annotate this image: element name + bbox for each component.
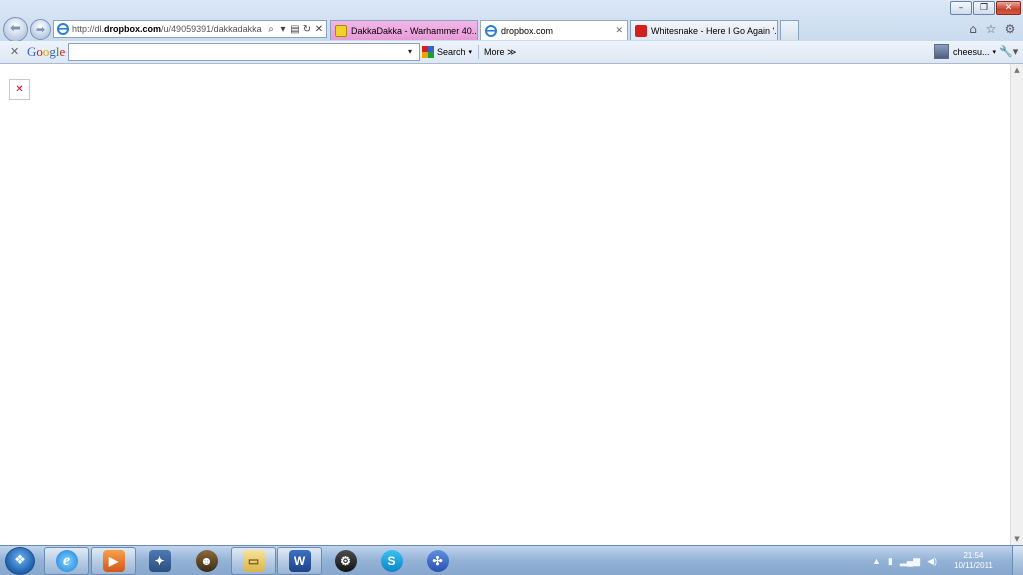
taskbar-word-button[interactable]: W — [277, 547, 322, 575]
new-tab-button[interactable] — [780, 20, 799, 40]
chevron-down-icon: ▾ — [992, 48, 997, 56]
tab-label: dropbox.com — [501, 25, 554, 36]
avatar — [934, 44, 949, 59]
skype-icon: S — [380, 550, 403, 572]
taskbar-steam-button[interactable]: ⚙ — [323, 547, 368, 575]
google-search-icon — [422, 46, 434, 58]
vertical-scrollbar[interactable]: ▲ ▼ — [1010, 64, 1023, 545]
arrow-right-icon: ➡ — [35, 23, 46, 36]
steam-icon: ⚙ — [334, 550, 357, 572]
wrench-icon[interactable]: 🔧▾ — [999, 45, 1018, 58]
scroll-down-icon[interactable]: ▼ — [1011, 535, 1023, 543]
gear-icon[interactable]: ⚙ — [1003, 22, 1017, 36]
taskbar-app-button[interactable]: ☻ — [184, 547, 229, 575]
clock-date: 10/11/2011 — [954, 561, 993, 570]
url-prefix: http://dl. — [72, 24, 105, 34]
close-window-button[interactable]: ✕ — [996, 1, 1021, 15]
app-icon: ✣ — [426, 550, 449, 572]
close-toolbar-icon[interactable]: ✕ — [10, 45, 19, 58]
broken-image-icon: ✕ — [9, 79, 30, 100]
chevron-down-icon: ▾ — [468, 49, 473, 56]
show-desktop-button[interactable] — [1012, 546, 1023, 575]
arrow-left-icon: ⬅ — [10, 21, 21, 36]
network-icon[interactable]: ▂▄▆ — [900, 556, 920, 567]
user-menu[interactable]: cheesu... ▾ — [934, 44, 996, 59]
ie-page-icon — [57, 23, 69, 35]
home-icon[interactable]: ⌂ — [966, 22, 980, 36]
search-icon[interactable]: ⌕ — [266, 24, 276, 35]
scroll-up-icon[interactable]: ▲ — [1011, 66, 1023, 74]
google-search-input[interactable] — [68, 43, 420, 61]
back-button[interactable]: ⬅ — [3, 17, 28, 42]
taskbar-skype-button[interactable]: S — [369, 547, 414, 575]
url-domain: dropbox.com — [104, 24, 162, 34]
minimize-button[interactable]: – — [950, 1, 972, 15]
google-toolbar: ✕ Google ▾ Search ▾ More ≫ cheesu... ▾ 🔧… — [0, 41, 1023, 64]
star-icon[interactable]: ☆ — [984, 22, 998, 36]
more-button[interactable]: More ≫ — [484, 47, 516, 58]
address-bar[interactable]: http://dl.dropbox.com/u/49059391/dakkada… — [53, 20, 327, 38]
restore-button[interactable]: ❐ — [973, 1, 995, 15]
dakkadakka-icon — [335, 24, 347, 37]
minimize-icon: – — [958, 3, 964, 13]
taskbar: ❖ e ▶ ✦ ☻ ▭ W ⚙ S ✣ ▲ ▮ ▂▄▆ ◀) 21:54 10/… — [0, 545, 1023, 575]
media-player-icon: ▶ — [102, 550, 125, 572]
ie-page-icon — [485, 24, 497, 37]
url-path: /u/49059391/dakkadakka — [161, 24, 262, 34]
forward-button[interactable]: ➡ — [30, 19, 51, 40]
power-icon[interactable]: ▮ — [888, 556, 893, 567]
close-icon: ✕ — [1004, 3, 1013, 13]
start-button[interactable]: ❖ — [5, 547, 35, 575]
refresh-icon[interactable]: ↻ — [302, 24, 312, 35]
ie-icon: e — [55, 550, 78, 572]
chevron-down-icon[interactable]: ▾ — [408, 47, 412, 56]
folder-icon: ▭ — [242, 550, 265, 572]
taskbar-media-player-button[interactable]: ▶ — [91, 547, 136, 575]
page-content: ✕ — [0, 64, 1010, 545]
system-tray: ▲ ▮ ▂▄▆ ◀) 21:54 10/11/2011 — [872, 549, 1010, 573]
stop-icon[interactable]: ✕ — [314, 24, 324, 35]
tab-label: DakkaDakka - Warhammer 40... — [351, 25, 478, 36]
google-logo: Google — [27, 44, 66, 59]
url-text[interactable]: http://dl.dropbox.com/u/49059391/dakkada… — [72, 24, 266, 34]
clock[interactable]: 21:54 10/11/2011 — [954, 551, 993, 571]
taskbar-explorer-button[interactable]: ▭ — [231, 547, 276, 575]
close-tab-icon[interactable]: ✕ — [615, 25, 623, 36]
app-icon: ✦ — [148, 550, 171, 572]
tab-dropbox[interactable]: dropbox.com ✕ — [480, 20, 628, 40]
toolbar-divider — [478, 45, 479, 59]
app-icon: ☻ — [195, 550, 218, 572]
taskbar-app-button[interactable]: ✦ — [137, 547, 182, 575]
search-button-label: Search — [437, 47, 466, 57]
show-hidden-icons-icon[interactable]: ▲ — [872, 556, 881, 566]
chevron-down-icon[interactable]: ▾ — [278, 24, 288, 35]
restore-icon: ❐ — [979, 3, 989, 13]
browser-titlebar: – ❐ ✕ ⬅ ➡ http://dl.dropbox.com/u/490593… — [0, 0, 1023, 42]
volume-icon[interactable]: ◀) — [927, 556, 937, 567]
user-name: cheesu... — [953, 46, 990, 57]
tab-whitesnake[interactable]: Whitesnake - Here I Go Again '... — [630, 20, 778, 40]
taskbar-ie-button[interactable]: e — [44, 547, 89, 575]
address-bar-actions: ⌕ ▾ ▤ ↻ ✕ — [266, 24, 326, 35]
broken-image-glyph: ✕ — [15, 84, 24, 95]
word-icon: W — [288, 550, 311, 572]
compatibility-view-icon[interactable]: ▤ — [290, 24, 300, 35]
clock-time: 21:54 — [963, 551, 984, 560]
taskbar-app-button[interactable]: ✣ — [415, 547, 460, 575]
youtube-icon — [635, 24, 647, 37]
windows-logo-icon: ❖ — [14, 553, 26, 568]
tab-dakkadakka[interactable]: DakkaDakka - Warhammer 40... — [330, 20, 478, 40]
tab-label: Whitesnake - Here I Go Again '... — [651, 25, 778, 36]
google-search-button[interactable]: Search ▾ — [422, 44, 472, 60]
